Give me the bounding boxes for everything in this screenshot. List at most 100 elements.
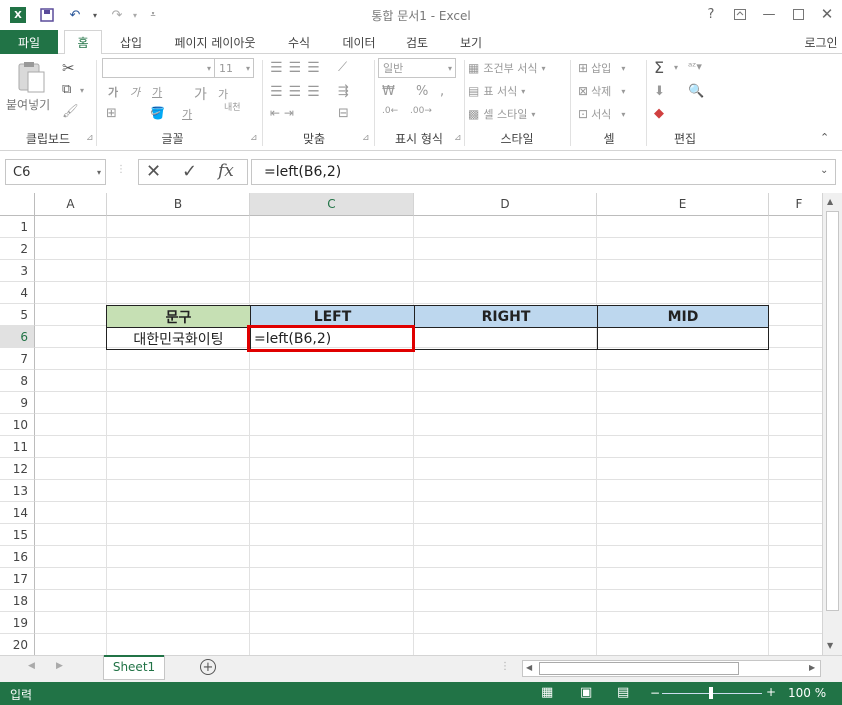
name-box[interactable]: C6 ▾ — [5, 159, 106, 185]
tab-home[interactable]: 홈 — [64, 30, 102, 55]
find-select-icon[interactable]: 🔍 — [688, 84, 704, 99]
tab-data[interactable]: 데이터 — [334, 30, 384, 54]
horizontal-scrollbar[interactable]: ◀ ▶ — [522, 660, 821, 677]
delete-cells-button[interactable]: ⊠ 삭제 ▾ — [578, 83, 625, 99]
orientation-icon[interactable]: ⟋ — [338, 60, 347, 75]
row-header-2[interactable]: 2 — [0, 238, 35, 260]
sheet-tab-sheet1[interactable]: Sheet1 — [103, 655, 165, 680]
cell-e6[interactable] — [597, 327, 769, 350]
ribbon-display-icon[interactable] — [727, 3, 753, 25]
prev-sheet-icon[interactable]: ◀ — [28, 661, 35, 671]
currency-icon[interactable]: ₩ — [382, 84, 395, 99]
horizontal-align-icons[interactable]: ☰☰☰ — [270, 84, 326, 100]
fill-color-icon[interactable]: 🪣 — [150, 106, 165, 120]
sort-filter-icon[interactable]: ᵃᶻ▾ — [688, 60, 702, 73]
table-header-mid[interactable]: MID — [597, 305, 769, 328]
cell-b6[interactable]: 대한민국화이팅 — [106, 327, 251, 350]
increase-font-button[interactable]: 가 — [194, 84, 207, 104]
row-header-7[interactable]: 7 — [0, 348, 35, 370]
zoom-out-icon[interactable]: − — [650, 686, 660, 700]
dialog-launcher-icon[interactable]: ⊿ — [250, 133, 258, 143]
autosum-dropdown-icon[interactable]: ▾ — [674, 63, 678, 72]
number-format-select[interactable]: 일반 ▾ — [378, 58, 456, 78]
sign-in-link[interactable]: 로그인 — [800, 30, 842, 54]
tab-view[interactable]: 보기 — [452, 30, 490, 54]
merge-center-icon[interactable]: ⊟ — [338, 106, 349, 121]
cell-d6[interactable] — [414, 327, 598, 350]
copy-dropdown-icon[interactable]: ▾ — [80, 86, 84, 95]
font-size-select[interactable]: 11 ▾ — [214, 58, 254, 78]
cut-icon[interactable]: ✂ — [62, 59, 75, 77]
row-header-16[interactable]: 16 — [0, 546, 35, 568]
next-sheet-icon[interactable]: ▶ — [56, 661, 63, 671]
scroll-right-icon[interactable]: ▶ — [809, 663, 815, 672]
cancel-entry-icon[interactable]: ✕ — [146, 161, 161, 182]
insert-cells-button[interactable]: ⊞ 삽입 ▾ — [578, 60, 625, 76]
help-icon[interactable]: ? — [698, 3, 724, 25]
row-header-15[interactable]: 15 — [0, 524, 35, 546]
vertical-scroll-thumb[interactable] — [826, 211, 839, 611]
table-header-phrase[interactable]: 문구 — [106, 305, 251, 328]
wrap-text-icon[interactable]: ⇶ — [338, 84, 349, 99]
tab-file[interactable]: 파일 — [0, 30, 58, 54]
cell-styles-button[interactable]: ▩ 셀 스타일 ▾ — [468, 106, 535, 122]
row-header-5[interactable]: 5 — [0, 304, 35, 326]
row-header-3[interactable]: 3 — [0, 260, 35, 282]
minimize-icon[interactable]: — — [756, 3, 782, 25]
page-break-view-icon[interactable]: ▤ — [617, 685, 629, 700]
close-icon[interactable]: ✕ — [814, 3, 840, 25]
row-header-20[interactable]: 20 — [0, 634, 35, 655]
collapse-ribbon-icon[interactable]: ⌃ — [820, 131, 829, 144]
zoom-in-icon[interactable]: + — [766, 685, 776, 699]
decrease-decimal-icon[interactable]: .00→ — [410, 106, 432, 116]
row-header-18[interactable]: 18 — [0, 590, 35, 612]
row-header-12[interactable]: 12 — [0, 458, 35, 480]
zoom-level[interactable]: 100 % — [788, 686, 826, 700]
name-box-dropdown-icon[interactable]: ▾ — [97, 168, 101, 177]
table-header-right[interactable]: RIGHT — [414, 305, 598, 328]
vertical-scrollbar[interactable]: ▲ ▼ — [822, 193, 842, 655]
conditional-format-button[interactable]: ▦ 조건부 서식 ▾ — [468, 60, 545, 76]
row-header-6[interactable]: 6 — [0, 326, 35, 348]
vertical-align-icons[interactable]: ☰☰☰ — [270, 60, 326, 76]
increase-decimal-icon[interactable]: .0← — [382, 106, 398, 116]
zoom-slider-thumb[interactable] — [709, 687, 713, 699]
row-header-13[interactable]: 13 — [0, 480, 35, 502]
row-header-4[interactable]: 4 — [0, 282, 35, 304]
worksheet-grid[interactable]: A B C D E F 문구 LEFT RIGHT MID 대한민국화이팅 =l… — [0, 193, 822, 655]
splitter-dots-icon[interactable]: ⋮ — [116, 164, 126, 175]
tab-insert[interactable]: 삽입 — [112, 30, 150, 54]
tab-formulas[interactable]: 수식 — [280, 30, 318, 54]
percent-icon[interactable]: % — [416, 84, 428, 99]
column-header-b[interactable]: B — [107, 193, 250, 216]
row-header-14[interactable]: 14 — [0, 502, 35, 524]
maximize-icon[interactable] — [785, 3, 811, 25]
format-painter-icon[interactable]: 🖌 — [62, 104, 79, 119]
horizontal-scroll-thumb[interactable] — [539, 662, 739, 675]
format-as-table-button[interactable]: ▤ 표 서식 ▾ — [468, 83, 525, 99]
new-sheet-icon[interactable]: + — [200, 659, 216, 675]
row-header-1[interactable]: 1 — [0, 216, 35, 238]
autosum-icon[interactable]: Σ — [654, 58, 664, 77]
indent-icons[interactable]: ⇤ ⇥ — [270, 106, 294, 120]
decrease-font-button[interactable]: 가 — [218, 86, 228, 102]
dialog-launcher-icon[interactable]: ⊿ — [454, 133, 462, 143]
phonetic-guide-icon[interactable]: 내천 — [224, 104, 241, 113]
tab-splitter-icon[interactable]: ⋮ — [500, 661, 510, 672]
tab-page-layout[interactable]: 페이지 레이아웃 — [164, 30, 266, 54]
row-header-19[interactable]: 19 — [0, 612, 35, 634]
dialog-launcher-icon[interactable]: ⊿ — [86, 133, 94, 143]
comma-icon[interactable]: , — [440, 84, 444, 99]
page-layout-view-icon[interactable]: ▣ — [580, 685, 592, 700]
scroll-up-icon[interactable]: ▲ — [827, 197, 833, 206]
formula-input[interactable]: =left(B6,2) — [251, 159, 836, 185]
scroll-down-icon[interactable]: ▼ — [827, 641, 833, 650]
dialog-launcher-icon[interactable]: ⊿ — [362, 133, 370, 143]
column-header-c[interactable]: C — [250, 193, 414, 216]
row-header-17[interactable]: 17 — [0, 568, 35, 590]
italic-button[interactable]: 가 — [130, 84, 140, 100]
row-header-9[interactable]: 9 — [0, 392, 35, 414]
row-header-11[interactable]: 11 — [0, 436, 35, 458]
insert-function-icon[interactable]: fx — [218, 161, 234, 181]
bold-button[interactable]: 가 — [108, 84, 118, 100]
